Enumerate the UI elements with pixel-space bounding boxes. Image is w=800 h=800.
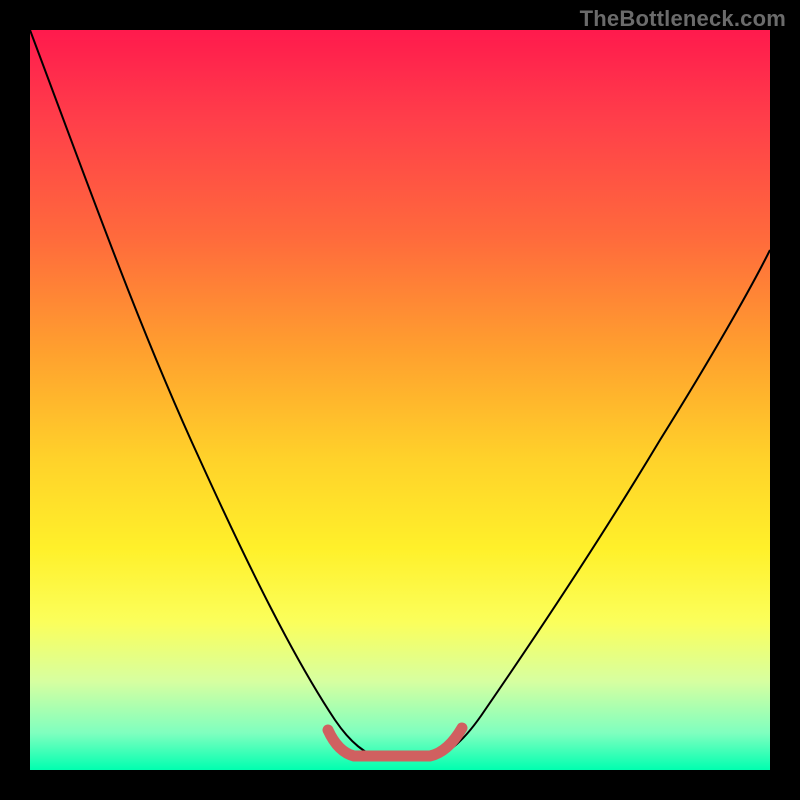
bottleneck-svg — [30, 30, 770, 770]
chart-frame: TheBottleneck.com — [0, 0, 800, 800]
watermark-label: TheBottleneck.com — [580, 6, 786, 32]
bottleneck-curve — [30, 30, 770, 758]
optimal-zone-marker — [328, 728, 462, 756]
plot-area — [30, 30, 770, 770]
